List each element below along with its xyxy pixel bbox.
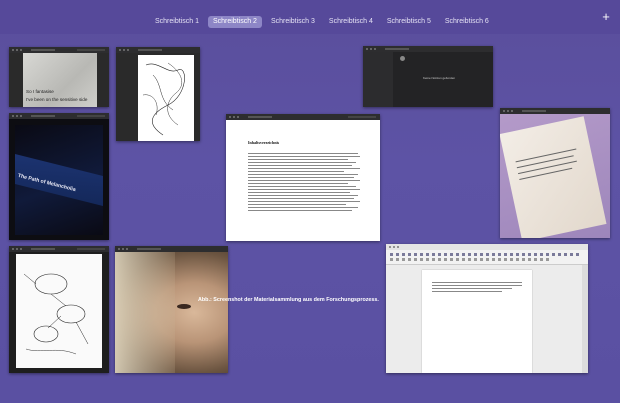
space-tab-4[interactable]: Schreibtisch 4 [324, 16, 378, 28]
photo-content: So I fantasise I've been on the sensitiv… [9, 53, 109, 107]
document-heading: Inhaltsverzeichnis [248, 140, 280, 145]
space-tab-5[interactable]: Schreibtisch 5 [382, 16, 436, 28]
notes-empty-heading: Keine Notizen gefunden [423, 76, 456, 80]
face-eye [177, 304, 191, 309]
space-tab-6[interactable]: Schreibtisch 6 [440, 16, 494, 28]
photo-note-line1: So I fantasise [26, 89, 54, 94]
space-tab-2[interactable]: Schreibtisch 2 [207, 16, 262, 28]
avatar [400, 56, 405, 61]
mission-control-bar: Schreibtisch 1 Schreibtisch 2 Schreibtis… [0, 0, 620, 34]
window-mindmap[interactable] [9, 246, 109, 373]
window-book-page-photo[interactable] [500, 108, 610, 238]
window-book-photo[interactable]: The Path of Melancholia [9, 113, 109, 240]
sidebar-panel [582, 265, 588, 373]
window-sketch[interactable] [116, 47, 200, 141]
mindmap-content [9, 252, 109, 373]
book-photo-content: The Path of Melancholia [9, 119, 109, 240]
sketch-content [116, 53, 200, 141]
window-notes-app[interactable]: Keine Notizen gefunden [363, 46, 493, 107]
book-page-content [500, 114, 610, 238]
add-space-button[interactable]: + [600, 10, 612, 23]
space-tab-3[interactable]: Schreibtisch 3 [266, 16, 320, 28]
figure-caption: Abb.: Screenshot der Materialsammlung au… [198, 297, 379, 303]
spaces-list: Schreibtisch 1 Schreibtisch 2 Schreibtis… [150, 16, 494, 28]
face-photo-content [115, 252, 228, 373]
toolbar [386, 250, 588, 265]
window-document[interactable]: Inhaltsverzeichnis [226, 114, 380, 241]
notes-app-content: Keine Notizen gefunden [363, 52, 493, 107]
photo-note-line2: I've been on the sensitive side [26, 97, 88, 102]
mindmap-drawing [16, 254, 102, 368]
window-word-processor[interactable] [386, 244, 588, 373]
space-tab-1[interactable]: Schreibtisch 1 [150, 16, 204, 28]
notes-sidebar [363, 52, 393, 107]
window-face-photo[interactable] [115, 246, 228, 373]
sketch-drawing [138, 55, 194, 141]
document-page [422, 270, 532, 373]
window-photo-note[interactable]: So I fantasise I've been on the sensitiv… [9, 47, 109, 107]
document-page: Inhaltsverzeichnis [226, 120, 380, 241]
